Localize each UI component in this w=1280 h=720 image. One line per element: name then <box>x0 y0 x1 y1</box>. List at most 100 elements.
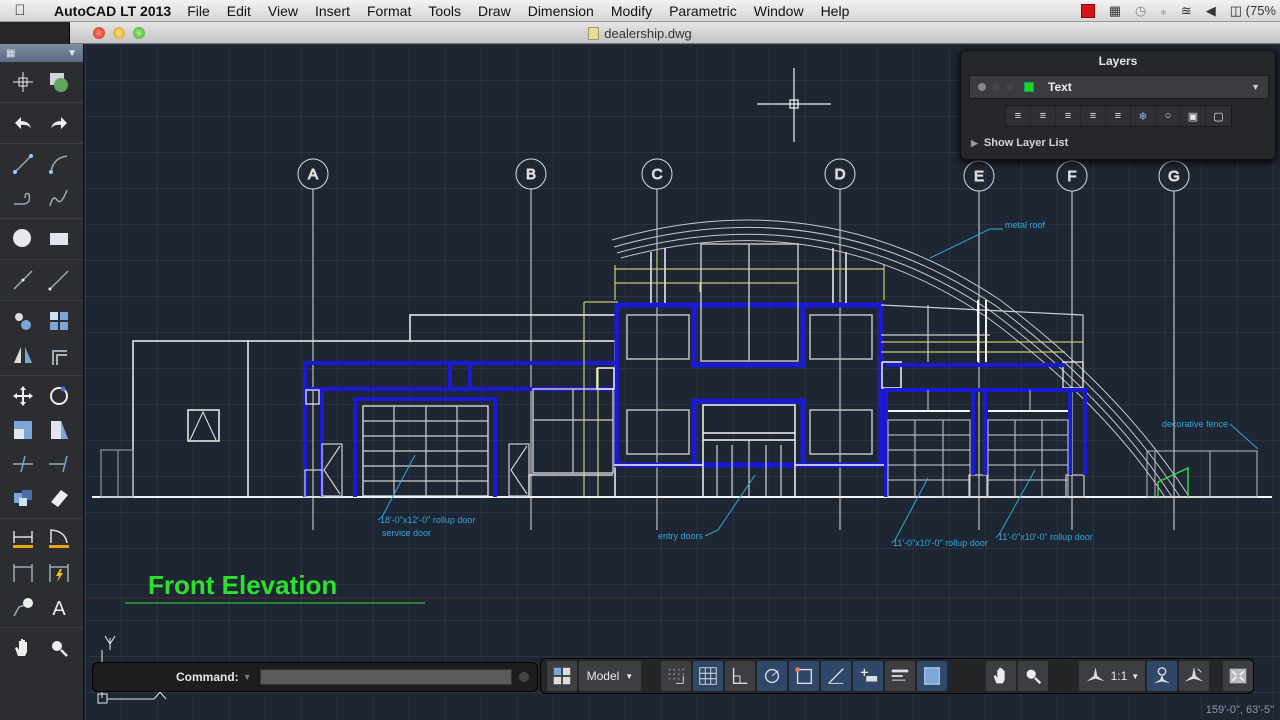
apple-menu-icon[interactable]:  <box>0 2 40 19</box>
menu-format[interactable]: Format <box>367 3 411 19</box>
off-layer-icon[interactable]: ○ <box>1156 106 1181 126</box>
quick-dimension-tool[interactable] <box>43 559 75 587</box>
spaces-icon[interactable]: ▦ <box>1109 3 1121 19</box>
extend-icon <box>48 455 68 473</box>
command-options-icon[interactable] <box>517 671 530 683</box>
ray-icon <box>48 270 69 291</box>
time-machine-icon[interactable]: ◷ <box>1135 3 1146 19</box>
freeze-layer-icon[interactable]: ❄ <box>1131 106 1156 126</box>
layer-visibility-icon[interactable] <box>978 83 986 91</box>
menu-edit[interactable]: Edit <box>227 3 251 19</box>
grid-display-toggle[interactable] <box>692 661 723 691</box>
explode-tool[interactable] <box>7 484 39 512</box>
clean-screen-button[interactable] <box>1223 661 1253 691</box>
menu-file[interactable]: File <box>187 3 210 19</box>
scale-tool[interactable] <box>7 416 39 444</box>
zoom-tool[interactable] <box>43 634 75 662</box>
record-icon[interactable] <box>1080 4 1095 18</box>
menu-modify[interactable]: Modify <box>611 3 652 19</box>
match-layer-icon[interactable]: ≡ <box>1031 106 1056 126</box>
bluetooth-icon[interactable]: ⁎ <box>1160 3 1167 19</box>
volume-icon[interactable]: ◀ <box>1206 3 1216 19</box>
battery-icon[interactable]: ◫ (75% <box>1230 3 1276 19</box>
redo-button[interactable] <box>43 109 75 137</box>
polyline-tool[interactable] <box>7 184 39 212</box>
menu-window[interactable]: Window <box>754 3 804 19</box>
trim-tool[interactable] <box>7 450 39 478</box>
current-layer-name: Text <box>1048 80 1072 94</box>
wifi-icon[interactable]: ≊ <box>1181 3 1192 19</box>
extend-tool[interactable] <box>43 450 75 478</box>
unlock-layer-icon[interactable]: ▢ <box>1206 106 1231 126</box>
locate-point-tool[interactable] <box>43 68 75 96</box>
layer-lock-icon[interactable] <box>1006 83 1014 91</box>
polar-tracking-toggle[interactable] <box>756 661 787 691</box>
menu-tools[interactable]: Tools <box>428 3 461 19</box>
menu-view[interactable]: View <box>268 3 298 19</box>
menu-dimension[interactable]: Dimension <box>528 3 594 19</box>
command-line: Command: ▼ <box>92 662 538 692</box>
arc-tool[interactable] <box>43 150 75 178</box>
unisolate-layer-icon[interactable]: ≡ <box>1106 106 1131 126</box>
spline-tool[interactable] <box>43 184 75 212</box>
text-tool[interactable]: A <box>43 593 75 621</box>
snap-mode-toggle[interactable] <box>660 661 691 691</box>
palette-dropdown-icon[interactable]: ▼ <box>67 48 77 59</box>
dynamic-input-toggle[interactable] <box>852 661 883 691</box>
menu-help[interactable]: Help <box>821 3 850 19</box>
layer-freeze-icon[interactable] <box>992 83 1000 91</box>
pan-tool[interactable] <box>7 634 39 662</box>
pan-button[interactable] <box>985 661 1016 691</box>
move-tool[interactable] <box>7 382 39 410</box>
model-space-dropdown[interactable]: Model ▼ <box>579 661 641 691</box>
layout-tabs-button[interactable] <box>547 661 577 691</box>
drawing-title: Front Elevation <box>148 570 338 600</box>
ortho-mode-toggle[interactable] <box>724 661 755 691</box>
menu-bar:  AutoCAD LT 2013 File Edit View Insert … <box>0 0 1280 22</box>
command-history-icon[interactable]: ▼ <box>243 672 252 682</box>
construction-line-icon <box>12 270 33 290</box>
object-snap-tracking-toggle[interactable] <box>820 661 851 691</box>
transparency-toggle[interactable] <box>916 661 947 691</box>
stretch-tool[interactable] <box>43 416 75 444</box>
angular-dimension-tool[interactable] <box>43 525 75 553</box>
dynamic-input-icon <box>860 668 877 682</box>
circle-tool[interactable] <box>7 225 39 253</box>
undo-button[interactable] <box>7 109 39 137</box>
menu-insert[interactable]: Insert <box>315 3 350 19</box>
linear-dimension-tool[interactable] <box>7 525 39 553</box>
object-snap-toggle[interactable] <box>788 661 819 691</box>
ray-tool[interactable] <box>43 266 75 294</box>
offset-tool[interactable] <box>43 341 75 369</box>
annotation-scale-dropdown[interactable]: 1:1 ▼ <box>1079 661 1146 691</box>
command-input[interactable] <box>259 669 512 685</box>
tool-palette-header[interactable]: ▦ ▼ <box>0 44 83 62</box>
point-tool[interactable] <box>7 68 39 96</box>
leader-tool[interactable] <box>7 593 39 621</box>
lineweight-toggle[interactable] <box>884 661 915 691</box>
menu-draw[interactable]: Draw <box>478 3 511 19</box>
isolate-layer-icon[interactable]: ≡ <box>1081 106 1106 126</box>
rotate-tool[interactable] <box>43 382 75 410</box>
app-menu[interactable]: AutoCAD LT 2013 <box>54 3 171 19</box>
make-current-icon[interactable]: ≡ <box>1006 106 1031 126</box>
construction-line-tool[interactable] <box>7 266 39 294</box>
annotation-visibility-toggle[interactable] <box>1147 661 1178 691</box>
menu-parametric[interactable]: Parametric <box>669 3 737 19</box>
mirror-tool[interactable] <box>7 341 39 369</box>
auto-scale-toggle[interactable] <box>1179 661 1210 691</box>
show-layer-list-toggle[interactable]: ▶ Show Layer List <box>971 137 1068 149</box>
baseline-dimension-tool[interactable] <box>7 559 39 587</box>
layer-color-swatch[interactable] <box>1024 82 1034 92</box>
lock-layer-icon[interactable]: ▣ <box>1181 106 1206 126</box>
erase-tool[interactable] <box>43 484 75 512</box>
rectangle-tool[interactable] <box>43 225 75 253</box>
previous-layer-icon[interactable]: ≡ <box>1056 106 1081 126</box>
point-icon <box>12 72 33 92</box>
current-layer-dropdown[interactable]: Text ▼ <box>969 75 1269 99</box>
line-tool[interactable] <box>7 150 39 178</box>
copy-tool[interactable] <box>7 307 39 335</box>
chevron-down-icon[interactable]: ▼ <box>1251 82 1260 92</box>
array-tool[interactable] <box>43 307 75 335</box>
zoom-button[interactable] <box>1017 661 1048 691</box>
